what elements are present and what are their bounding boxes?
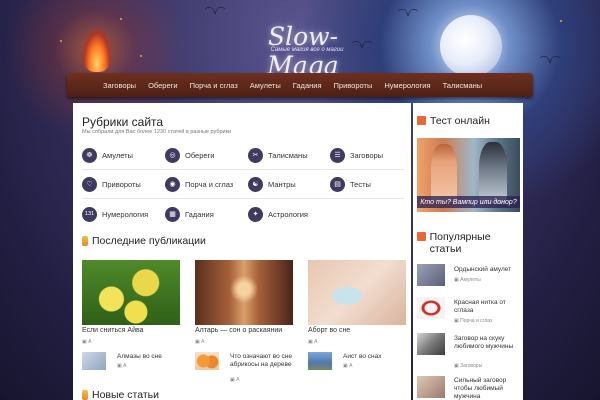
popular-meta: ▣ Заговоры <box>454 363 483 369</box>
flame-decoration <box>82 28 112 72</box>
small-image-aist[interactable] <box>308 352 332 370</box>
site-header: ⌒v⌒ ⌒v⌒ ⌒v⌒ ⌒v⌒ Slow-Maga Самые магия вс… <box>0 0 600 80</box>
woman-figure <box>431 144 457 202</box>
cards-icon: ▦ <box>165 206 180 222</box>
popular-title[interactable]: Ордынский амулет <box>454 266 522 274</box>
ring-icon: ◎ <box>165 147 180 163</box>
rubric-porcha[interactable]: ◉ Порча и сглаз <box>165 174 233 194</box>
small-title[interactable]: Аист во снах <box>343 353 408 361</box>
small-image-abrikosy[interactable] <box>195 352 219 370</box>
rubrics-title: Рубрики сайта <box>82 115 164 129</box>
nav-item-zagovory[interactable]: Заговоры <box>103 81 136 90</box>
nav-item-numerologiya[interactable]: Нумерология <box>384 81 430 90</box>
yin-yang-icon: ☯ <box>248 176 263 192</box>
ember-decoration <box>120 18 122 20</box>
small-meta: ▣ А <box>230 377 240 383</box>
talisman-icon: ✂ <box>248 147 263 163</box>
moon-decoration <box>440 15 502 77</box>
card-meta: ▣ А <box>82 339 92 345</box>
new-section-title: Новые статьи <box>82 389 159 400</box>
ember-decoration <box>60 40 62 42</box>
rubric-divider <box>82 198 404 199</box>
popular-meta: ▣ Порча и сглаз <box>454 318 493 324</box>
rubric-astrologiya[interactable]: ✦ Астрология <box>248 204 308 224</box>
popular-image[interactable] <box>417 376 445 398</box>
bat-icon: ⌒v⌒ <box>398 9 418 18</box>
card-title[interactable]: Аборт во сне <box>308 327 408 334</box>
recent-section-title: Последние публикации <box>82 235 206 247</box>
popular-image[interactable] <box>417 297 445 319</box>
rubric-divider <box>82 169 404 170</box>
popular-image[interactable] <box>417 264 445 286</box>
small-title[interactable]: Алмазы во сне <box>117 353 187 361</box>
popular-title[interactable]: Заговор на скуку любимого мужчины <box>454 335 522 351</box>
card-image-abort[interactable] <box>308 260 406 325</box>
small-meta: ▣ А <box>117 363 127 369</box>
nav-item-porcha[interactable]: Порча и сглаз <box>190 81 238 90</box>
eye-icon: ◉ <box>165 176 180 192</box>
rubric-privoroty[interactable]: ♡ Привороты <box>82 174 141 194</box>
star-icon: ✦ <box>248 206 263 222</box>
card-image-altar[interactable] <box>195 260 293 325</box>
card-meta: ▣ А <box>195 339 205 345</box>
heart-icon: ♡ <box>82 176 97 192</box>
document-icon: ▤ <box>330 176 345 192</box>
popular-title[interactable]: Красная нитка от сглаза <box>454 299 522 315</box>
ember-decoration <box>140 55 142 57</box>
popular-meta: ▣ Амулеты <box>454 277 481 283</box>
test-caption[interactable]: Кто ты? Вампир или донор? <box>417 196 520 208</box>
rubric-talismany[interactable]: ✂ Талисманы <box>248 145 308 165</box>
popular-section-title: Популярные статьи <box>417 231 521 255</box>
card-title[interactable]: Алтарь — сон о раскаянии <box>195 327 295 334</box>
test-section-title: Тест онлайн <box>417 115 490 127</box>
rubric-numerologiya[interactable]: 131 Нумерология <box>82 204 148 224</box>
popular-image[interactable] <box>417 333 445 355</box>
rubric-amulety[interactable]: ☸ Амулеты <box>82 145 133 165</box>
rubrics-subtitle: Мы собрали для Вас более 1230 статей в р… <box>82 129 232 135</box>
rubric-gadaniya[interactable]: ▦ Гадания <box>165 204 214 224</box>
site-slogan: Самые магия все о магии <box>270 47 344 53</box>
amulet-icon: ☸ <box>82 147 97 163</box>
popular-title[interactable]: Сильный заговор чтобы любимый мужчина <box>454 377 522 400</box>
bat-icon: ⌒v⌒ <box>205 7 225 16</box>
small-title[interactable]: Что означают во сне абрикосы на дереве <box>230 353 308 369</box>
flame-icon <box>82 390 88 400</box>
card-title[interactable]: Если сниться Айва <box>82 327 182 334</box>
card-image-ayva[interactable] <box>82 260 180 325</box>
number-icon: 131 <box>82 206 97 222</box>
rubric-testy[interactable]: ▤ Тесты <box>330 174 371 194</box>
small-image-almazy[interactable] <box>82 352 106 370</box>
nav-item-amulety[interactable]: Амулеты <box>250 81 281 90</box>
vampire-figure <box>479 142 507 204</box>
rubric-mantry[interactable]: ☯ Мантры <box>248 174 296 194</box>
flame-icon <box>82 236 88 246</box>
nav-item-gadaniya[interactable]: Гадания <box>293 81 322 90</box>
list-icon <box>417 116 426 125</box>
nav-item-talismany[interactable]: Талисманы <box>443 81 483 90</box>
bat-icon: ⌒v⌒ <box>540 56 560 65</box>
nav-item-oberegi[interactable]: Обереги <box>148 81 177 90</box>
rubric-oberegi[interactable]: ◎ Обереги <box>165 145 214 165</box>
card-meta: ▣ А <box>308 339 318 345</box>
scroll-icon: ☰ <box>330 147 345 163</box>
main-nav: Заговоры Обереги Порча и сглаз Амулеты Г… <box>67 73 533 97</box>
rubric-zagovory[interactable]: ☰ Заговоры <box>330 145 383 165</box>
list-icon <box>417 232 426 241</box>
small-meta: ▣ А <box>343 363 353 369</box>
nav-item-privoroty[interactable]: Привороты <box>334 81 373 90</box>
ember-decoration <box>560 20 562 22</box>
